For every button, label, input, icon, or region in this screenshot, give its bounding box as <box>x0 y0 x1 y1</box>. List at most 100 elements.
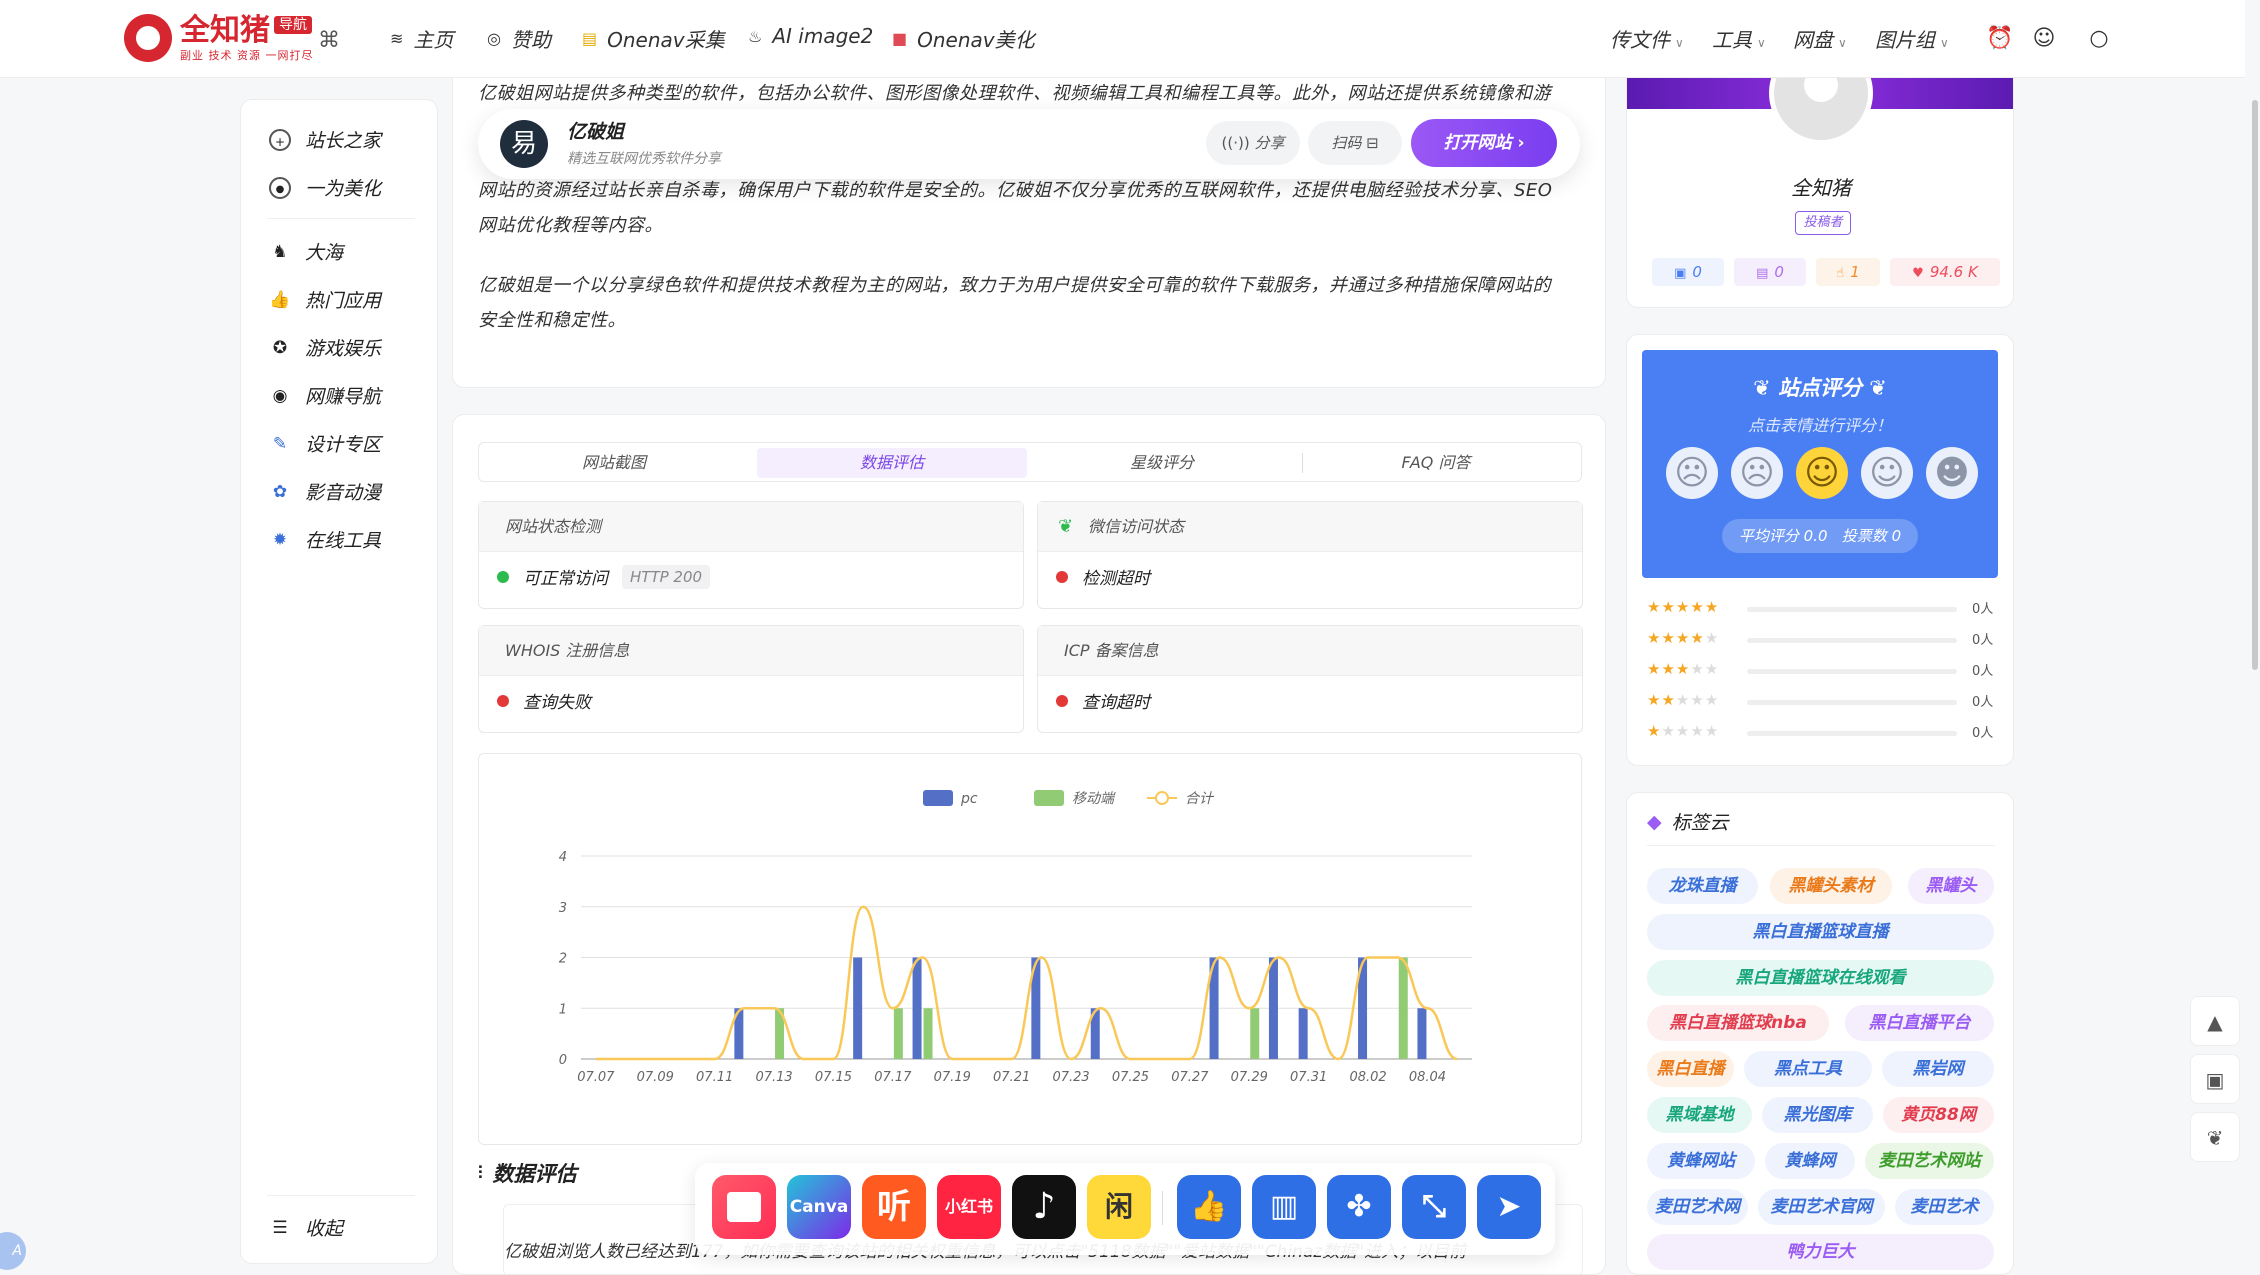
canva-app-icon[interactable]: Canva <box>787 1175 851 1239</box>
legend-label[interactable]: 合计 <box>1185 791 1215 807</box>
tag-chip[interactable]: 麦田艺术网 <box>1647 1188 1748 1225</box>
star-icon: ★ <box>1661 629 1676 647</box>
nav-sponsor[interactable]: ◎ 赞助 <box>487 24 551 53</box>
sidebar-item-label: 站长之家 <box>305 130 382 152</box>
tab-data-evaluation[interactable]: 数据评估 <box>757 448 1027 478</box>
sidebar-item-hot-apps[interactable]: 👍 热门应用 <box>269 286 381 313</box>
neutral-face-icon[interactable]: ☺ <box>1796 447 1848 499</box>
tag-chip[interactable]: 黑白直播 <box>1647 1051 1734 1088</box>
nav-ai-image2[interactable]: ♨ AI image2 <box>748 24 873 48</box>
tag-chip[interactable]: 黄蜂网 <box>1765 1142 1855 1179</box>
money-icon: ◉ <box>272 385 288 406</box>
pinwheel-app-icon[interactable]: ✤ <box>1327 1175 1391 1239</box>
nav-home[interactable]: ≋ 主页 <box>390 24 453 53</box>
tag-chip[interactable]: 鸭力巨大 <box>1647 1234 1994 1271</box>
sidebar-item-tools[interactable]: ✹ 在线工具 <box>269 526 381 553</box>
tag-chip[interactable]: 黑白直播平台 <box>1845 1005 1994 1042</box>
back-to-top-button[interactable]: ▲ <box>2190 996 2240 1046</box>
tag-chip[interactable]: 黑罐头 <box>1908 868 1994 904</box>
tag-chip[interactable]: 黑白直播篮球在线观看 <box>1647 959 1994 996</box>
nav-onenav-collect[interactable]: ▤ Onenav采集 <box>582 24 725 53</box>
site-logo[interactable]: 全知猪 导航 副业 技术 资源 一网打尽 <box>124 14 314 62</box>
scrollbar[interactable] <box>2252 100 2258 670</box>
qrcode-button[interactable]: ▣ <box>2190 1054 2240 1104</box>
compress-app-icon[interactable]: ⤡ <box>1402 1175 1466 1239</box>
sidebar-collapse-button[interactable]: ☰ 收起 <box>269 1214 343 1241</box>
laugh-face-icon[interactable]: ☻ <box>1926 447 1978 499</box>
sidebar-item-games[interactable]: ✪ 游戏娱乐 <box>269 334 381 361</box>
scan-qr-button[interactable]: 扫码 ⊟ <box>1308 121 1402 165</box>
apps-grid-icon[interactable]: ⌘ <box>318 28 340 53</box>
legend-swatch[interactable] <box>923 790 953 806</box>
xianyu-app-icon[interactable]: 闲 <box>1087 1175 1151 1239</box>
nav-image-group[interactable]: 图片组 ∨ <box>1875 24 1949 53</box>
tab-screenshot[interactable]: 网站截图 <box>479 448 749 478</box>
tag-chip[interactable]: 黑白直播篮球nba <box>1647 1005 1829 1042</box>
intro-line: 安全性和稳定性。 <box>478 310 626 331</box>
sidebar-item-money[interactable]: ◉ 网赚导航 <box>269 382 381 409</box>
smile-face-icon[interactable]: ☺ <box>1861 447 1913 499</box>
accessibility-button[interactable]: A <box>0 1232 26 1270</box>
share-button[interactable]: ((·)) 分享 <box>1206 121 1300 165</box>
wechat-button[interactable]: ❦ <box>2190 1112 2240 1162</box>
sidebar-item-webmaster[interactable]: + 站长之家 <box>269 126 381 153</box>
nav-tools[interactable]: 工具 ∨ <box>1712 24 1766 53</box>
tag-chip[interactable]: 黑岩网 <box>1882 1051 1994 1088</box>
angry-face-icon[interactable]: ☹ <box>1666 447 1718 499</box>
sad-face-icon[interactable]: ☹ <box>1731 447 1783 499</box>
intro-line: 亿破姐是一个以分享绿色软件和提供技术教程为主的网站，致力于为用户提供安全可靠的软… <box>478 275 1551 296</box>
star-icon: ★ <box>1675 722 1691 740</box>
tag-chip[interactable]: 黑光图库 <box>1762 1097 1873 1133</box>
tag-chip[interactable]: 黑域基地 <box>1647 1097 1752 1133</box>
listen-app-icon[interactable]: 听 <box>862 1175 926 1239</box>
rating-bar <box>1747 700 1957 705</box>
x-tick-label: 07.27 <box>1171 1070 1209 1085</box>
tag-chip[interactable]: 黑白直播篮球直播 <box>1647 913 1994 950</box>
tab-faq[interactable]: FAQ 问答 <box>1301 448 1571 478</box>
thumbs-up-app-icon[interactable]: 👍 <box>1177 1175 1241 1239</box>
sidebar-item-design[interactable]: ✎ 设计专区 <box>269 430 381 457</box>
tag-chip[interactable]: 龙珠直播 <box>1647 868 1758 904</box>
legend-label[interactable]: pc <box>960 791 978 807</box>
star-icon: ★ <box>1690 722 1705 740</box>
legend-label[interactable]: 移动端 <box>1072 791 1116 807</box>
rabbit-icon: ♞ <box>272 241 288 262</box>
telegram-app-icon[interactable]: ➤ <box>1477 1175 1541 1239</box>
tag-chip[interactable]: 黄页88网 <box>1883 1097 1994 1133</box>
tag-chip[interactable]: 麦田艺术网站 <box>1865 1142 1994 1179</box>
tab-star-rating[interactable]: 星级评分 <box>1027 448 1297 478</box>
author-name[interactable]: 全知猪 <box>1627 172 2013 201</box>
tag-chip[interactable]: 黄蜂网站 <box>1647 1142 1755 1179</box>
tag-chip[interactable]: 黑罐头素材 <box>1770 868 1892 904</box>
open-website-button[interactable]: 打开网站 › <box>1411 119 1557 167</box>
ranking-app-icon[interactable]: ▥ <box>1252 1175 1316 1239</box>
tiktok-app-icon[interactable]: ♪ <box>1012 1175 1076 1239</box>
nav-upload-file[interactable]: 传文件 ∨ <box>1610 24 1684 53</box>
star-icon: ★ <box>1704 598 1720 616</box>
star-icon: ★ <box>1661 691 1676 709</box>
section-title: 数据评估 <box>492 1162 577 1186</box>
sidebar-item-label: 一为美化 <box>305 178 382 200</box>
status-text: 查询超时 <box>1082 693 1150 713</box>
user-icon[interactable]: ☺ <box>2031 26 2057 52</box>
box-title: 网站状态检测 <box>479 502 1023 552</box>
rating-bar <box>1747 669 1957 674</box>
tag-chip[interactable]: 麦田艺术官网 <box>1758 1188 1885 1225</box>
nav-netdisk[interactable]: 网盘 ∨ <box>1793 24 1847 53</box>
sidebar-item-video[interactable]: ✿ 影音动漫 <box>269 478 381 505</box>
tag-chip[interactable]: 黑点工具 <box>1744 1051 1872 1088</box>
site-status-box: 网站状态检测 可正常访问 HTTP 200 <box>478 501 1024 609</box>
site-description: 精选互联网优秀软件分享 <box>567 151 721 167</box>
plus-circle-icon: + <box>269 128 291 151</box>
sidebar-item-sea[interactable]: ♞ 大海 <box>269 238 343 265</box>
tag-icon: ◆ <box>1647 810 1662 833</box>
intro-line: 网站优化教程等内容。 <box>478 215 663 236</box>
tag-chip[interactable]: 麦田艺术 <box>1895 1188 1994 1225</box>
nav-onenav-beautify[interactable]: ■ Onenav美化 <box>892 24 1035 53</box>
sidebar-item-beautify[interactable]: ● 一为美化 <box>269 174 381 201</box>
search-icon[interactable]: ○ <box>2086 26 2112 52</box>
legend-swatch[interactable] <box>1034 790 1064 806</box>
xiaohongshu-app-icon[interactable]: 小红书 <box>937 1175 1001 1239</box>
dock-app-icon[interactable] <box>712 1175 776 1239</box>
alarm-clock-icon[interactable]: ⏰ <box>1986 26 2013 52</box>
